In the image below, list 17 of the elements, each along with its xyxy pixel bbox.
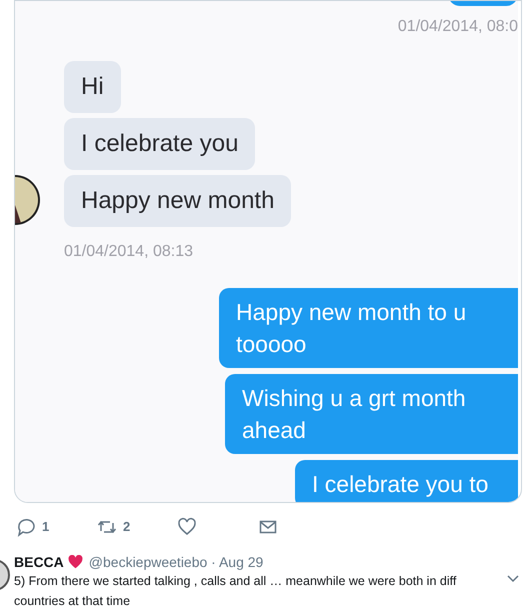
- heart-icon[interactable]: [177, 517, 197, 537]
- retweet-count: 2: [123, 518, 130, 536]
- heart-icon: [68, 555, 83, 569]
- display-name[interactable]: BECCA: [14, 553, 64, 571]
- message-bubble: I celebrate you to: [295, 460, 518, 502]
- reply-count: 1: [42, 518, 50, 536]
- handle-and-date[interactable]: @beckiepweetiebo · Aug 29: [88, 553, 264, 571]
- message-bubble: I celebrate you: [64, 118, 256, 170]
- message-bubble: Happy new month to u tooooo: [219, 288, 518, 368]
- reply-icon[interactable]: [16, 517, 36, 537]
- timestamp: 01/04/2014, 08:0: [398, 17, 518, 37]
- message-bubble: Hi: [64, 61, 121, 113]
- message-bubble: Happy new month: [64, 175, 292, 227]
- message-bubble: Wishing u a grt month ahead: [225, 374, 518, 454]
- tweet-text: 5) From there we started talking , calls and all … meanwhile we were both in diff countries at that time: [14, 573, 458, 609]
- chevron-icon[interactable]: [507, 575, 519, 583]
- timestamp: 01/04/2014, 08:13: [64, 242, 194, 262]
